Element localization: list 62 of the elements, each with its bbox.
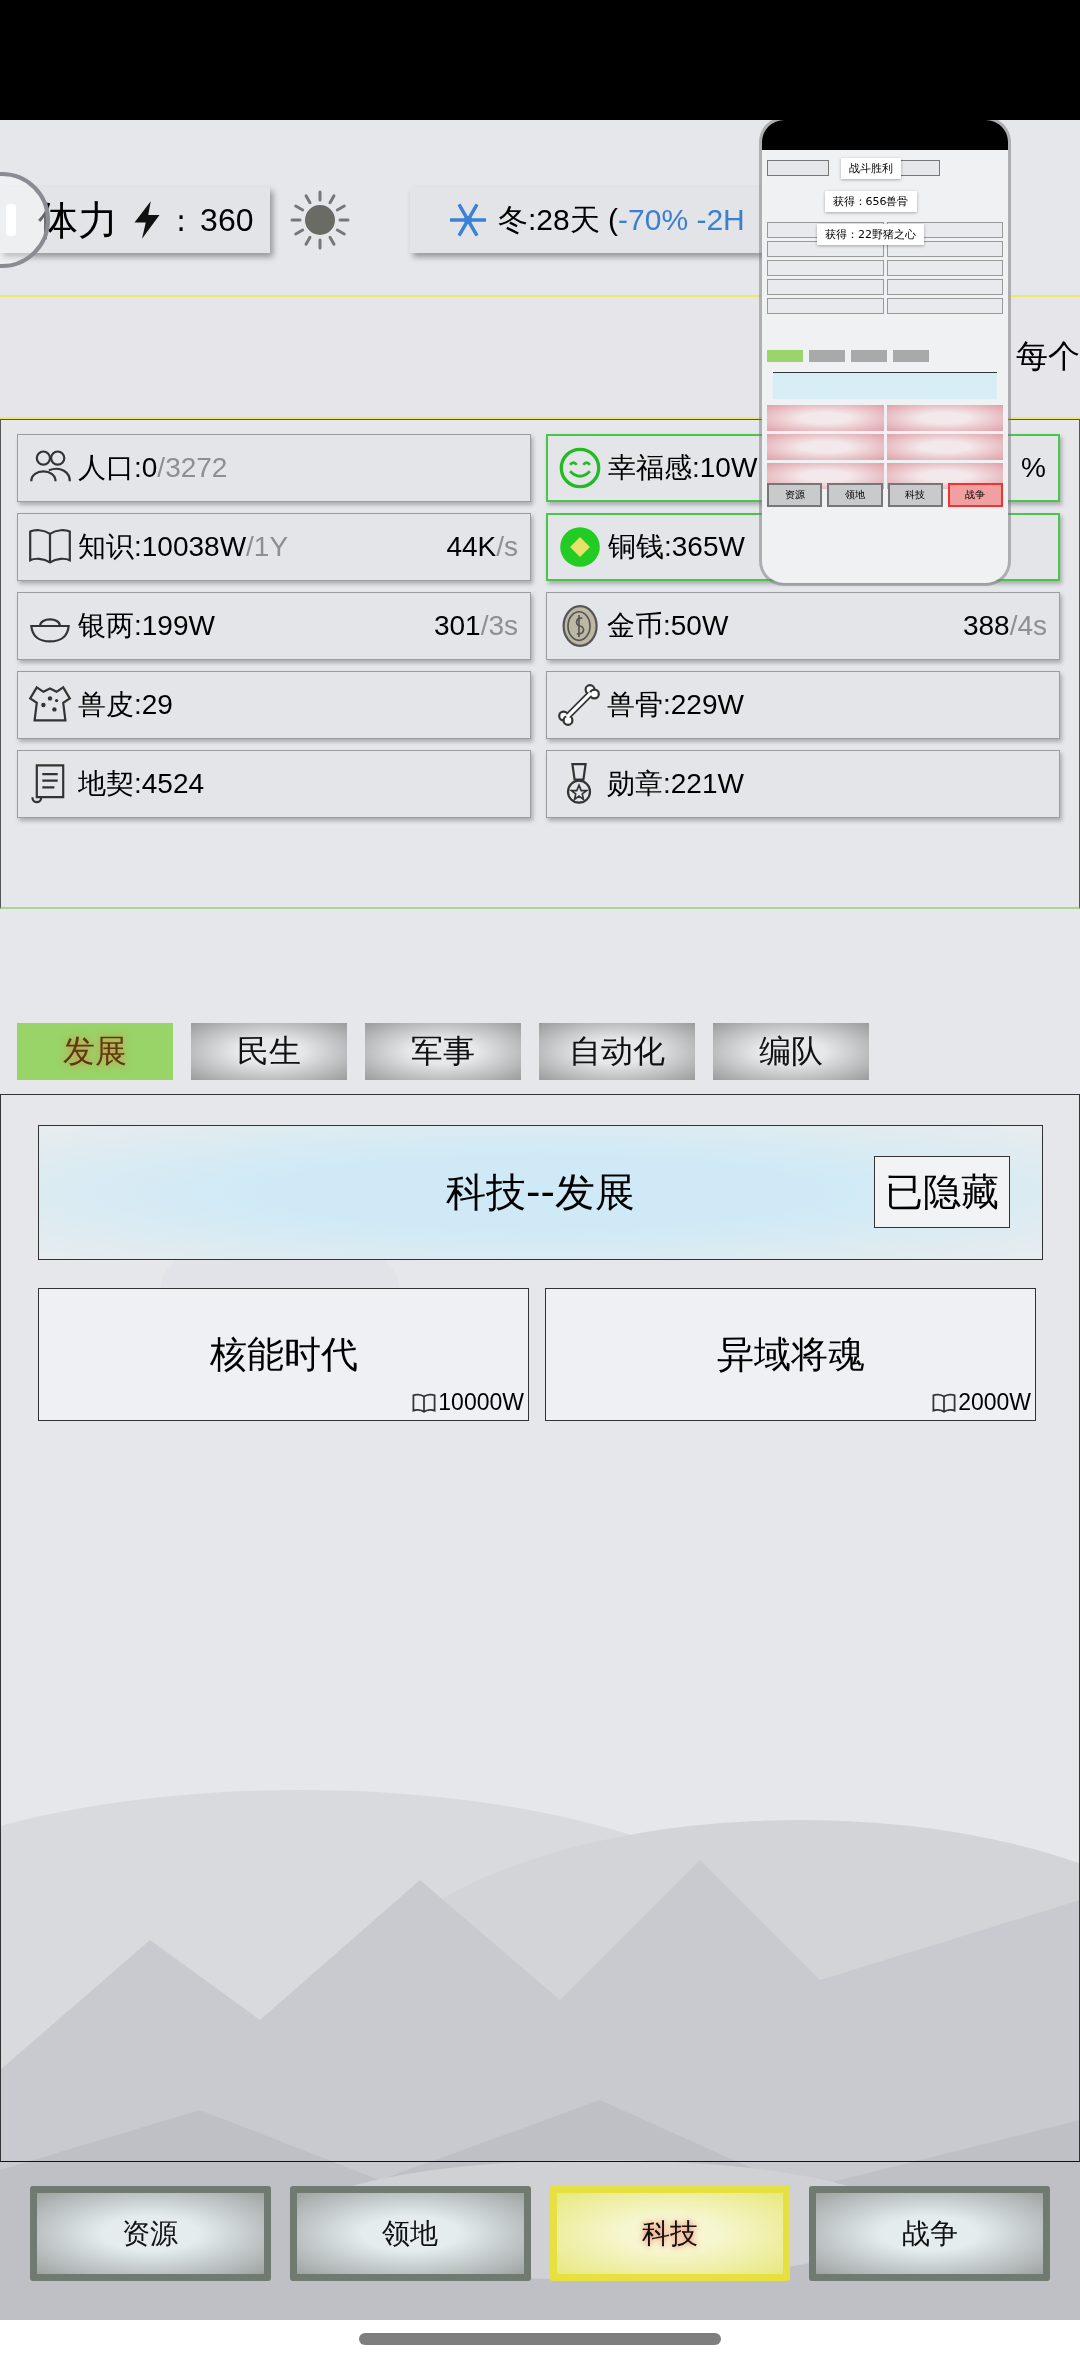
book-icon: [412, 1392, 437, 1413]
home-indicator[interactable]: [359, 2333, 721, 2345]
tech-card[interactable]: 异域将魂 2000W: [545, 1288, 1036, 1421]
resource-value: 地契:4524: [78, 768, 205, 799]
tech-cost: 2000W: [958, 1389, 1031, 1416]
tab[interactable]: 民生: [191, 1023, 347, 1080]
lightning-icon: [132, 201, 162, 239]
nav-button[interactable]: 战争: [809, 2186, 1050, 2281]
tab[interactable]: 自动化: [539, 1023, 695, 1080]
resource-rate: 44K: [446, 531, 497, 562]
nav-button[interactable]: 领地: [289, 2186, 531, 2281]
season-effect: -70% -2H: [618, 203, 745, 237]
resource-value: 银两:199W: [78, 610, 215, 641]
resource-value: 金币:50W: [607, 610, 729, 641]
resource-limit: /1Y: [246, 531, 289, 562]
resource-value: 兽皮:29: [78, 689, 173, 720]
resource-value: 知识:10038W: [78, 531, 247, 562]
resource-limit: /3272: [157, 452, 228, 483]
smiley-icon: [558, 446, 602, 490]
tab[interactable]: 军事: [365, 1023, 521, 1080]
mini-tab: [809, 350, 845, 362]
toast-message: 获得：656兽骨: [824, 191, 917, 212]
mini-tab: [851, 350, 887, 362]
tech-name: 异域将魂: [716, 1331, 865, 1378]
bone-icon: [557, 683, 601, 727]
mini-stamina-box: [767, 160, 829, 176]
season-text: 冬:28天 (: [498, 201, 619, 238]
toast-message: 战斗胜利: [840, 158, 901, 179]
mini-nav-button: 战争: [947, 483, 1003, 507]
book-icon: [932, 1392, 957, 1413]
coin-icon: [558, 525, 602, 569]
rate-period: /4s: [1009, 610, 1047, 641]
resource-rate: %: [1021, 452, 1046, 483]
resource-rate: 388: [962, 610, 1010, 641]
separator-text: :: [176, 202, 187, 238]
tab[interactable]: 编队: [713, 1023, 869, 1080]
resource-value: 铜钱:365W: [608, 531, 745, 562]
tech-cost: 10000W: [438, 1389, 524, 1416]
mini-nav-button: 资源: [767, 483, 823, 507]
mini-nav-button: 科技: [887, 483, 943, 507]
tab[interactable]: 发展: [17, 1023, 173, 1080]
rate-period: /3s: [480, 610, 518, 641]
hidden-toggle-button[interactable]: 已隐藏: [874, 1156, 1010, 1228]
nav-button[interactable]: 资源: [30, 2186, 271, 2281]
nav-button[interactable]: 科技: [549, 2186, 791, 2281]
stamina-value: 360: [200, 201, 254, 239]
resource-value: 勋章:221W: [607, 768, 744, 799]
marquee-text: 每个: [1016, 336, 1080, 377]
mini-tab: [893, 350, 929, 362]
tech-card[interactable]: 核能时代 10000W: [38, 1288, 529, 1421]
mini-tab: [767, 350, 803, 362]
resource-rate: 301: [433, 610, 481, 641]
tech-name: 核能时代: [209, 1331, 358, 1378]
toast-message: 获得：22野猪之心: [817, 224, 924, 245]
resource-value: 人口:0: [78, 452, 158, 483]
mini-nav-button: 领地: [827, 483, 883, 507]
tech-title: 科技--发展: [446, 1168, 635, 1217]
rate-period: /s: [496, 531, 518, 562]
resource-value: 幸福感:10W: [608, 452, 758, 483]
sun-icon: [290, 190, 350, 250]
resource-value: 兽骨:229W: [607, 689, 744, 720]
screenshot-preview[interactable]: 资源 领地 科技 战争 战斗胜利 获得：656兽骨 获得：22野猪之心: [762, 120, 1008, 583]
